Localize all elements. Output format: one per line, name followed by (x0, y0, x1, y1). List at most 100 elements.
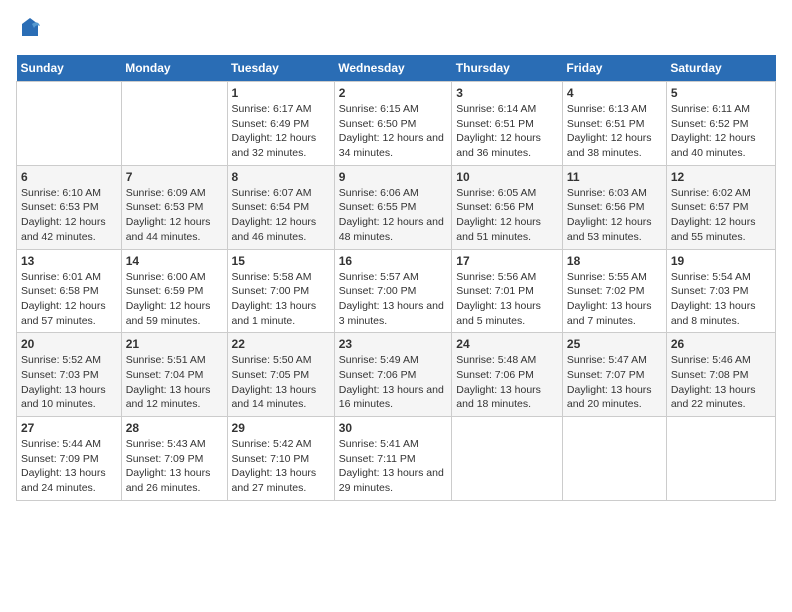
calendar-cell: 2 Sunrise: 6:15 AM Sunset: 6:50 PM Daylig… (334, 82, 452, 166)
calendar-cell: 25 Sunrise: 5:47 AM Sunset: 7:07 PM Dayli… (562, 333, 666, 417)
day-number: 22 (232, 337, 330, 351)
calendar-cell: 19Sunrise: 5:54 AM Sunset: 7:03 PM Dayli… (666, 249, 775, 333)
cell-content: Sunrise: 6:09 AM Sunset: 6:53 PM Dayligh… (126, 186, 223, 245)
calendar-header: Sunday Monday Tuesday Wednesday Thursday… (17, 55, 776, 82)
day-number: 23 (339, 337, 448, 351)
calendar-cell (666, 417, 775, 501)
day-number: 15 (232, 254, 330, 268)
calendar-week-2: 6Sunrise: 6:10 AM Sunset: 6:53 PM Daylig… (17, 165, 776, 249)
cell-content: Sunrise: 6:06 AM Sunset: 6:55 PM Dayligh… (339, 186, 448, 245)
calendar-cell: 24 Sunrise: 5:48 AM Sunset: 7:06 PM Dayli… (452, 333, 563, 417)
day-number: 6 (21, 170, 117, 184)
day-number: 10 (456, 170, 558, 184)
calendar-cell: 9 Sunrise: 6:06 AM Sunset: 6:55 PM Daylig… (334, 165, 452, 249)
day-number: 13 (21, 254, 117, 268)
cell-content: Sunrise: 5:48 AM Sunset: 7:06 PM Dayligh… (456, 353, 558, 412)
calendar-cell (121, 82, 227, 166)
day-number: 18 (567, 254, 662, 268)
calendar-week-3: 13 Sunrise: 6:01 AM Sunset: 6:58 PM Dayli… (17, 249, 776, 333)
calendar-cell: 14 Sunrise: 6:00 AM Sunset: 6:59 PM Dayli… (121, 249, 227, 333)
calendar-cell: 27 Sunrise: 5:44 AM Sunset: 7:09 PM Dayli… (17, 417, 122, 501)
calendar-cell: 17 Sunrise: 5:56 AM Sunset: 7:01 PM Dayli… (452, 249, 563, 333)
col-thursday: Thursday (452, 55, 563, 82)
cell-content: Sunrise: 5:49 AM Sunset: 7:06 PM Dayligh… (339, 353, 448, 412)
header-row: Sunday Monday Tuesday Wednesday Thursday… (17, 55, 776, 82)
cell-content: Sunrise: 5:50 AM Sunset: 7:05 PM Dayligh… (232, 353, 330, 412)
day-number: 4 (567, 86, 662, 100)
cell-content: Sunrise: 5:51 AM Sunset: 7:04 PM Dayligh… (126, 353, 223, 412)
logo (16, 16, 42, 45)
cell-content: Sunrise: 5:52 AM Sunset: 7:03 PM Dayligh… (21, 353, 117, 412)
calendar-week-4: 20 Sunrise: 5:52 AM Sunset: 7:03 PM Dayli… (17, 333, 776, 417)
day-number: 7 (126, 170, 223, 184)
calendar-cell: 1 Sunrise: 6:17 AM Sunset: 6:49 PM Daylig… (227, 82, 334, 166)
day-number: 12 (671, 170, 771, 184)
cell-content: Sunrise: 5:56 AM Sunset: 7:01 PM Dayligh… (456, 270, 558, 329)
cell-content: Sunrise: 5:58 AM Sunset: 7:00 PM Dayligh… (232, 270, 330, 329)
day-number: 8 (232, 170, 330, 184)
day-number: 24 (456, 337, 558, 351)
calendar-cell: 20 Sunrise: 5:52 AM Sunset: 7:03 PM Dayli… (17, 333, 122, 417)
page-header (16, 16, 776, 45)
col-tuesday: Tuesday (227, 55, 334, 82)
day-number: 1 (232, 86, 330, 100)
calendar-body: 1 Sunrise: 6:17 AM Sunset: 6:49 PM Daylig… (17, 82, 776, 501)
cell-content: Sunrise: 6:11 AM Sunset: 6:52 PM Dayligh… (671, 102, 771, 161)
calendar-cell: 10 Sunrise: 6:05 AM Sunset: 6:56 PM Dayli… (452, 165, 563, 249)
day-number: 26 (671, 337, 771, 351)
day-number: 3 (456, 86, 558, 100)
day-number: 17 (456, 254, 558, 268)
cell-content: Sunrise: 5:42 AM Sunset: 7:10 PM Dayligh… (232, 437, 330, 496)
cell-content: Sunrise: 6:00 AM Sunset: 6:59 PM Dayligh… (126, 270, 223, 329)
cell-content: Sunrise: 6:14 AM Sunset: 6:51 PM Dayligh… (456, 102, 558, 161)
calendar-cell: 21 Sunrise: 5:51 AM Sunset: 7:04 PM Dayli… (121, 333, 227, 417)
calendar-cell: 8 Sunrise: 6:07 AM Sunset: 6:54 PM Daylig… (227, 165, 334, 249)
calendar-cell: 12 Sunrise: 6:02 AM Sunset: 6:57 PM Dayli… (666, 165, 775, 249)
day-number: 19 (671, 254, 771, 268)
calendar-cell (452, 417, 563, 501)
day-number: 30 (339, 421, 448, 435)
calendar-cell: 23 Sunrise: 5:49 AM Sunset: 7:06 PM Dayli… (334, 333, 452, 417)
cell-content: Sunrise: 5:47 AM Sunset: 7:07 PM Dayligh… (567, 353, 662, 412)
logo-icon (18, 16, 42, 40)
calendar-cell (562, 417, 666, 501)
cell-content: Sunrise: 6:05 AM Sunset: 6:56 PM Dayligh… (456, 186, 558, 245)
cell-content: Sunrise: 5:55 AM Sunset: 7:02 PM Dayligh… (567, 270, 662, 329)
calendar-table: Sunday Monday Tuesday Wednesday Thursday… (16, 55, 776, 501)
calendar-cell: 30Sunrise: 5:41 AM Sunset: 7:11 PM Dayli… (334, 417, 452, 501)
cell-content: Sunrise: 6:07 AM Sunset: 6:54 PM Dayligh… (232, 186, 330, 245)
calendar-cell (17, 82, 122, 166)
cell-content: Sunrise: 5:44 AM Sunset: 7:09 PM Dayligh… (21, 437, 117, 496)
calendar-cell: 13 Sunrise: 6:01 AM Sunset: 6:58 PM Dayli… (17, 249, 122, 333)
calendar-cell: 28Sunrise: 5:43 AM Sunset: 7:09 PM Dayli… (121, 417, 227, 501)
calendar-cell: 26 Sunrise: 5:46 AM Sunset: 7:08 PM Dayli… (666, 333, 775, 417)
day-number: 11 (567, 170, 662, 184)
cell-content: Sunrise: 6:02 AM Sunset: 6:57 PM Dayligh… (671, 186, 771, 245)
day-number: 9 (339, 170, 448, 184)
col-monday: Monday (121, 55, 227, 82)
cell-content: Sunrise: 5:57 AM Sunset: 7:00 PM Dayligh… (339, 270, 448, 329)
cell-content: Sunrise: 6:17 AM Sunset: 6:49 PM Dayligh… (232, 102, 330, 161)
calendar-week-1: 1 Sunrise: 6:17 AM Sunset: 6:49 PM Daylig… (17, 82, 776, 166)
calendar-cell: 6Sunrise: 6:10 AM Sunset: 6:53 PM Daylig… (17, 165, 122, 249)
calendar-cell: 4Sunrise: 6:13 AM Sunset: 6:51 PM Daylig… (562, 82, 666, 166)
day-number: 14 (126, 254, 223, 268)
calendar-cell: 29Sunrise: 5:42 AM Sunset: 7:10 PM Dayli… (227, 417, 334, 501)
cell-content: Sunrise: 6:15 AM Sunset: 6:50 PM Dayligh… (339, 102, 448, 161)
cell-content: Sunrise: 6:01 AM Sunset: 6:58 PM Dayligh… (21, 270, 117, 329)
col-friday: Friday (562, 55, 666, 82)
col-wednesday: Wednesday (334, 55, 452, 82)
calendar-cell: 3 Sunrise: 6:14 AM Sunset: 6:51 PM Daylig… (452, 82, 563, 166)
day-number: 21 (126, 337, 223, 351)
calendar-cell: 11Sunrise: 6:03 AM Sunset: 6:56 PM Dayli… (562, 165, 666, 249)
day-number: 20 (21, 337, 117, 351)
cell-content: Sunrise: 5:43 AM Sunset: 7:09 PM Dayligh… (126, 437, 223, 496)
day-number: 2 (339, 86, 448, 100)
day-number: 27 (21, 421, 117, 435)
calendar-cell: 18 Sunrise: 5:55 AM Sunset: 7:02 PM Dayli… (562, 249, 666, 333)
calendar-week-5: 27 Sunrise: 5:44 AM Sunset: 7:09 PM Dayli… (17, 417, 776, 501)
calendar-cell: 7 Sunrise: 6:09 AM Sunset: 6:53 PM Daylig… (121, 165, 227, 249)
cell-content: Sunrise: 5:46 AM Sunset: 7:08 PM Dayligh… (671, 353, 771, 412)
day-number: 16 (339, 254, 448, 268)
day-number: 25 (567, 337, 662, 351)
